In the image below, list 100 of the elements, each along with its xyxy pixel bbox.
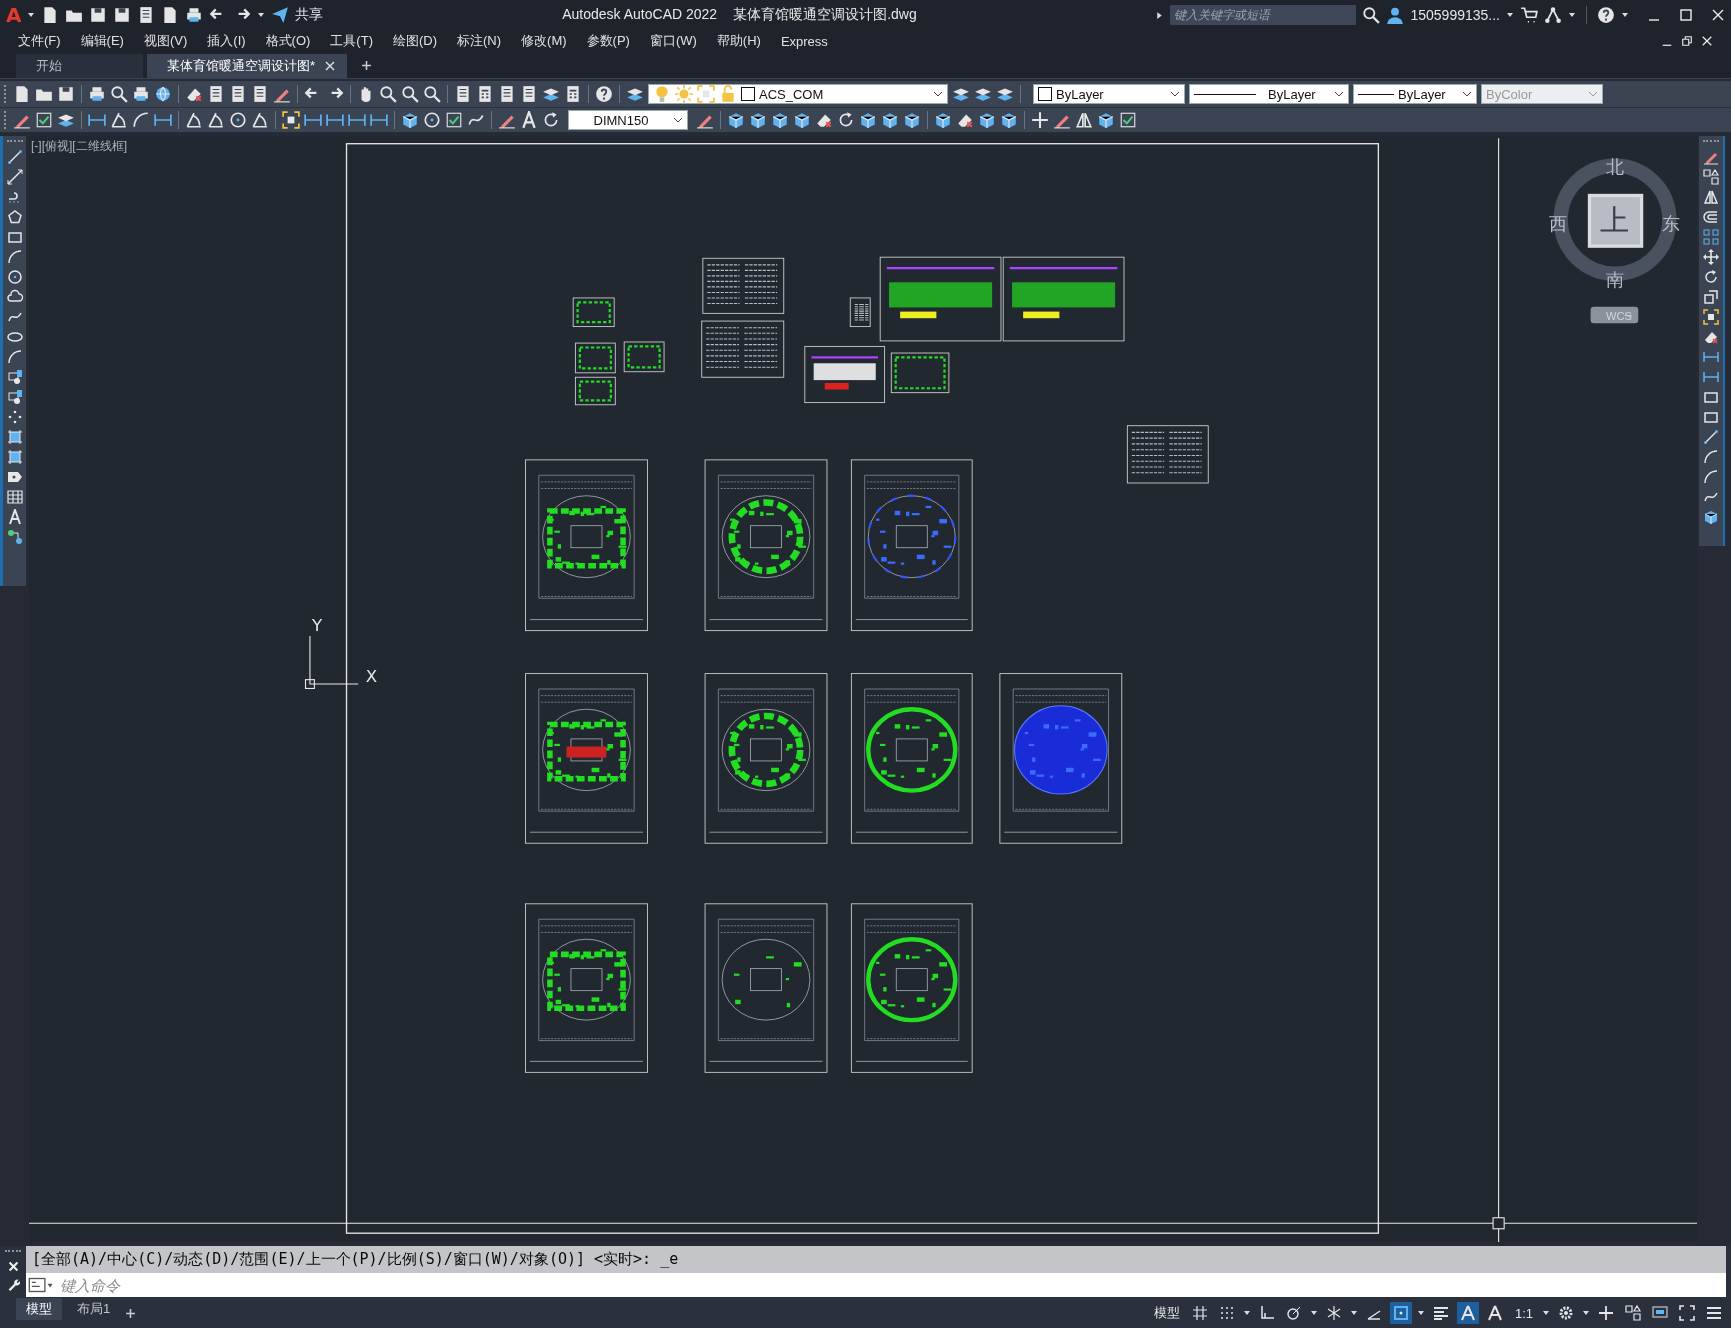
close-icon[interactable] bbox=[6, 1260, 20, 1273]
caret-icon[interactable] bbox=[1242, 1309, 1251, 1317]
menu-item[interactable]: 视图(V) bbox=[143, 32, 188, 50]
zoom-icon[interactable] bbox=[423, 85, 441, 103]
arc-icon[interactable] bbox=[1703, 469, 1719, 485]
move-icon[interactable] bbox=[1703, 249, 1719, 265]
mirror-icon[interactable] bbox=[1075, 111, 1093, 129]
cube-icon[interactable] bbox=[881, 111, 899, 129]
calculator-icon[interactable] bbox=[564, 85, 582, 103]
rectangle-icon[interactable] bbox=[6, 229, 23, 245]
caret-icon[interactable] bbox=[1416, 1309, 1425, 1317]
tag-icon[interactable] bbox=[6, 469, 23, 485]
dimension-icon[interactable] bbox=[348, 111, 366, 129]
scale-icon[interactable] bbox=[1703, 289, 1719, 305]
new-file-icon[interactable] bbox=[13, 85, 31, 103]
angle-dimension-icon[interactable] bbox=[185, 111, 203, 129]
arc-icon[interactable] bbox=[1703, 449, 1719, 465]
check-icon[interactable] bbox=[35, 111, 53, 129]
color-dropdown[interactable]: ByLayer bbox=[1033, 84, 1185, 104]
cube-icon[interactable] bbox=[1000, 111, 1018, 129]
layer-dropdown[interactable]: ACS_COM bbox=[648, 84, 948, 104]
cube-icon[interactable] bbox=[1097, 111, 1115, 129]
menu-item[interactable]: 格式(O) bbox=[265, 32, 311, 50]
cube-icon[interactable] bbox=[978, 111, 996, 129]
rectangle-icon[interactable] bbox=[1703, 389, 1719, 405]
menu-item[interactable]: 文件(F) bbox=[18, 32, 61, 50]
circle-icon[interactable] bbox=[423, 111, 441, 129]
dimension-icon[interactable] bbox=[88, 111, 106, 129]
app-logo[interactable]: A bbox=[6, 3, 22, 27]
dimension-icon[interactable] bbox=[370, 111, 388, 129]
rectangle-icon[interactable] bbox=[1703, 409, 1719, 425]
cloud-icon[interactable] bbox=[6, 289, 23, 305]
circle-icon[interactable] bbox=[6, 269, 23, 285]
connect-icon[interactable] bbox=[6, 529, 23, 545]
cube-icon[interactable] bbox=[934, 111, 952, 129]
expand-arrow-icon[interactable] bbox=[1155, 10, 1165, 20]
document-tab[interactable]: 某体育馆暖通空调设计图* bbox=[147, 54, 348, 78]
mirror-icon[interactable] bbox=[1703, 189, 1719, 205]
menu-item[interactable]: 工具(T) bbox=[330, 32, 373, 50]
zoom-icon[interactable] bbox=[401, 85, 419, 103]
cart-icon[interactable] bbox=[1520, 6, 1538, 24]
sheet-icon[interactable] bbox=[207, 85, 225, 103]
dimension-style-dropdown[interactable]: DIMN150 bbox=[568, 110, 688, 130]
viewport-label[interactable]: [-][俯视][二维线框] bbox=[31, 138, 127, 155]
layout-tab[interactable]: 布局1 bbox=[67, 1298, 121, 1320]
drawing-canvas[interactable]: [-][俯视][二维线框] Y X 北 西 上 东 南 WCS bbox=[29, 136, 1697, 1242]
dimension-icon[interactable] bbox=[304, 111, 322, 129]
fullscreen-icon[interactable] bbox=[1676, 1302, 1698, 1324]
close-icon[interactable] bbox=[325, 61, 336, 71]
caret-icon[interactable] bbox=[257, 11, 266, 19]
wrench-icon[interactable] bbox=[6, 1278, 20, 1291]
circle-icon[interactable] bbox=[229, 111, 247, 129]
menu-item[interactable]: 参数(P) bbox=[586, 32, 630, 50]
cube-icon[interactable] bbox=[793, 111, 811, 129]
line-icon[interactable] bbox=[1703, 429, 1719, 445]
insert-block-icon[interactable] bbox=[6, 389, 23, 405]
save-icon[interactable] bbox=[113, 6, 132, 24]
cube-icon[interactable] bbox=[903, 111, 921, 129]
check-icon[interactable] bbox=[445, 111, 463, 129]
cube-icon[interactable] bbox=[859, 111, 877, 129]
caret-icon[interactable] bbox=[1349, 1309, 1358, 1317]
maximize-icon[interactable] bbox=[1679, 8, 1693, 22]
ellipse-icon[interactable] bbox=[6, 329, 23, 345]
add-layout-icon[interactable] bbox=[125, 1307, 137, 1319]
table-icon[interactable] bbox=[6, 489, 23, 505]
sheet-icon[interactable] bbox=[498, 85, 516, 103]
hatch-icon[interactable] bbox=[6, 449, 23, 465]
offset-icon[interactable] bbox=[1703, 209, 1719, 225]
calculator-icon[interactable] bbox=[476, 85, 494, 103]
close-icon[interactable] bbox=[1701, 35, 1713, 47]
model-space-button[interactable]: 模型 bbox=[1153, 1304, 1180, 1322]
layout-tab[interactable]: 模型 bbox=[16, 1298, 62, 1320]
globe-icon[interactable] bbox=[154, 85, 172, 103]
check-icon[interactable] bbox=[1119, 111, 1137, 129]
sheet-icon[interactable] bbox=[251, 85, 269, 103]
construction-line-icon[interactable] bbox=[6, 169, 23, 185]
annotation-icon[interactable] bbox=[1456, 1302, 1479, 1324]
user-name[interactable]: 1505999135... bbox=[1410, 7, 1500, 23]
help-icon[interactable] bbox=[595, 85, 613, 103]
dimension-icon[interactable] bbox=[326, 111, 344, 129]
command-input[interactable]: 键入命令 bbox=[56, 1273, 1726, 1297]
rotate-icon[interactable] bbox=[1703, 269, 1719, 285]
text-tool-icon[interactable] bbox=[6, 509, 23, 525]
shapes-icon[interactable] bbox=[1622, 1302, 1644, 1324]
hatch-icon[interactable] bbox=[6, 429, 23, 445]
dimension-icon[interactable] bbox=[1703, 369, 1719, 385]
angle-dimension-icon[interactable] bbox=[251, 111, 269, 129]
arc-icon[interactable] bbox=[6, 349, 23, 365]
menu-item[interactable]: 帮助(H) bbox=[716, 32, 761, 50]
caret-icon[interactable] bbox=[1582, 1309, 1590, 1317]
cube-icon[interactable] bbox=[771, 111, 789, 129]
line-icon[interactable] bbox=[6, 149, 23, 165]
object-snap-icon[interactable] bbox=[1389, 1302, 1412, 1324]
view-cube[interactable] bbox=[1587, 193, 1644, 248]
compass-direction[interactable]: 东 bbox=[1662, 213, 1681, 234]
cube-icon[interactable] bbox=[727, 111, 745, 129]
printer-icon[interactable] bbox=[88, 85, 106, 103]
polygon-icon[interactable] bbox=[6, 209, 23, 225]
cube-icon[interactable] bbox=[749, 111, 767, 129]
zoom-icon[interactable] bbox=[110, 85, 128, 103]
